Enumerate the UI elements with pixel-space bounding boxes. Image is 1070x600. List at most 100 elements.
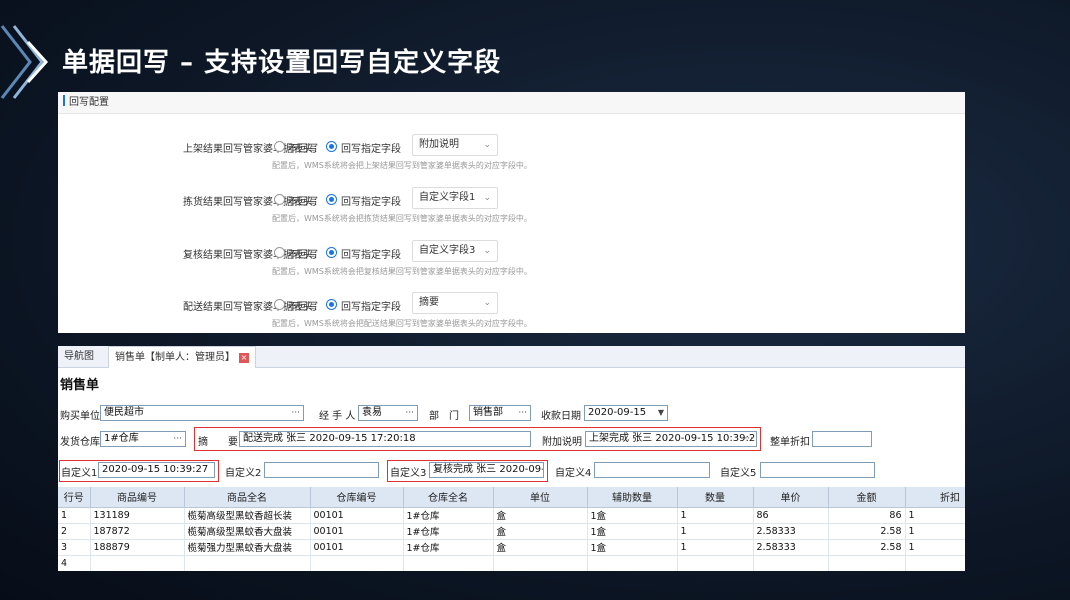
custom5-input[interactable] bbox=[760, 462, 875, 478]
table-cell[interactable]: 1#仓库 bbox=[403, 539, 494, 556]
table-cell[interactable]: 盒 bbox=[493, 523, 588, 540]
table-cell[interactable] bbox=[753, 555, 829, 571]
ellipsis-icon[interactable]: ··· bbox=[291, 406, 300, 420]
table-cell[interactable] bbox=[90, 555, 185, 571]
table-cell[interactable]: 2.58 bbox=[828, 523, 906, 540]
column-header[interactable]: 金额 bbox=[828, 487, 906, 508]
extra-input[interactable]: 上架完成 张三 2020-09-15 10:39:2 ··· bbox=[585, 431, 757, 447]
warehouse-input[interactable]: 1#仓库 ··· bbox=[100, 431, 186, 447]
table-cell[interactable]: 1#仓库 bbox=[403, 523, 494, 540]
table-cell[interactable]: 00101 bbox=[310, 523, 404, 540]
tab-sales-order[interactable]: 销售单【制单人：管理员】 × bbox=[108, 346, 256, 368]
radio-writeback-field[interactable] bbox=[326, 194, 337, 205]
close-icon[interactable]: × bbox=[239, 353, 249, 363]
radio-no-writeback[interactable] bbox=[274, 141, 285, 152]
table-cell[interactable]: 1 bbox=[905, 539, 965, 556]
field-select[interactable]: 附加说明 ⌄ bbox=[412, 134, 498, 156]
custom4-input[interactable] bbox=[594, 462, 710, 478]
chevron-decoration-icon bbox=[0, 25, 49, 99]
table-cell[interactable]: 188879 bbox=[90, 539, 185, 556]
column-header[interactable]: 单价 bbox=[753, 487, 829, 508]
date-input[interactable]: 2020-09-15 ▼ bbox=[584, 405, 668, 421]
table-cell[interactable]: 00101 bbox=[310, 539, 404, 556]
table-row[interactable]: 1 131189 榄菊高级型黑蚊香超长装 00101 1#仓库 盒 1盒 1 8… bbox=[58, 507, 965, 524]
table-cell[interactable]: 86 bbox=[828, 507, 906, 524]
table-cell[interactable]: 2.58333 bbox=[753, 539, 829, 556]
field-select[interactable]: 摘要 ⌄ bbox=[412, 292, 498, 314]
table-cell[interactable]: 2.58 bbox=[828, 539, 906, 556]
column-header[interactable]: 折扣 bbox=[905, 487, 965, 508]
ellipsis-icon[interactable]: ··· bbox=[405, 406, 414, 420]
discount-input[interactable] bbox=[812, 431, 872, 447]
table-cell[interactable] bbox=[587, 555, 678, 571]
table-row[interactable]: 4 bbox=[58, 555, 965, 571]
radio-no-writeback-label: 不回写 bbox=[288, 197, 318, 208]
table-cell[interactable]: 盒 bbox=[493, 507, 588, 524]
table-cell[interactable] bbox=[677, 555, 754, 571]
tab-sales-order-label: 销售单【制单人：管理员】 bbox=[115, 352, 235, 363]
table-cell[interactable]: 187872 bbox=[90, 523, 185, 540]
custom3-input[interactable]: 复核完成 张三 2020-09-1 bbox=[429, 462, 544, 478]
radio-writeback-field[interactable] bbox=[326, 299, 337, 310]
table-cell[interactable]: 盒 bbox=[493, 539, 588, 556]
table-cell[interactable]: 00101 bbox=[310, 507, 404, 524]
buyer-label: 购买单位 bbox=[60, 411, 100, 422]
radio-writeback-field[interactable] bbox=[326, 141, 337, 152]
ellipsis-icon[interactable]: ··· bbox=[518, 406, 527, 420]
table-cell[interactable]: 1 bbox=[677, 539, 754, 556]
field-select[interactable]: 自定义字段1 ⌄ bbox=[412, 187, 498, 209]
table-cell[interactable]: 1盒 bbox=[587, 523, 678, 540]
table-cell[interactable]: 1 bbox=[677, 507, 754, 524]
dropdown-arrow-icon[interactable]: ▼ bbox=[658, 406, 664, 420]
config-hint: 配置后，WMS系统将会把上架结果回写到管家婆单据表头的对应字段中。 bbox=[272, 161, 532, 170]
radio-no-writeback[interactable] bbox=[274, 247, 285, 258]
table-cell[interactable] bbox=[493, 555, 588, 571]
table-cell[interactable]: 1盒 bbox=[587, 539, 678, 556]
table-cell[interactable]: 1 bbox=[677, 523, 754, 540]
radio-no-writeback[interactable] bbox=[274, 299, 285, 310]
column-header[interactable]: 商品编号 bbox=[90, 487, 185, 508]
summary-label: 摘 要 bbox=[198, 437, 238, 448]
table-cell: 3 bbox=[58, 539, 91, 556]
radio-no-writeback[interactable] bbox=[274, 194, 285, 205]
table-cell[interactable] bbox=[184, 555, 311, 571]
table-cell[interactable]: 榄菊强力型黑蚊香大盘装 bbox=[184, 539, 311, 556]
table-cell[interactable] bbox=[828, 555, 906, 571]
tab-bar: 导航图 销售单【制单人：管理员】 × bbox=[58, 346, 965, 368]
column-header[interactable]: 仓库全名 bbox=[403, 487, 494, 508]
handler-input[interactable]: 袁易 ··· bbox=[358, 405, 418, 421]
custom1-input[interactable]: 2020-09-15 10:39:27 bbox=[98, 462, 215, 478]
column-header[interactable]: 商品全名 bbox=[184, 487, 311, 508]
column-header[interactable]: 数量 bbox=[677, 487, 754, 508]
tab-navigation[interactable]: 导航图 bbox=[58, 346, 100, 368]
table-cell[interactable]: 1盒 bbox=[587, 507, 678, 524]
column-header[interactable]: 辅助数量 bbox=[587, 487, 678, 508]
field-select-value: 附加说明 bbox=[419, 139, 459, 150]
column-header[interactable]: 行号 bbox=[58, 487, 91, 508]
table-cell[interactable]: 86 bbox=[753, 507, 829, 524]
dept-input[interactable]: 销售部 ··· bbox=[469, 405, 531, 421]
ellipsis-icon[interactable]: ··· bbox=[744, 432, 753, 446]
table-row[interactable]: 3 188879 榄菊强力型黑蚊香大盘装 00101 1#仓库 盒 1盒 1 2… bbox=[58, 539, 965, 556]
ellipsis-icon[interactable]: ··· bbox=[173, 432, 182, 446]
table-cell[interactable] bbox=[905, 555, 965, 571]
table-cell[interactable]: 1 bbox=[905, 523, 965, 540]
table-cell[interactable]: 榄菊高级型黑蚊香大盘装 bbox=[184, 523, 311, 540]
summary-input[interactable]: 配送完成 张三 2020-09-15 17:20:18 bbox=[239, 431, 531, 447]
table-row[interactable]: 2 187872 榄菊高级型黑蚊香大盘装 00101 1#仓库 盒 1盒 1 2… bbox=[58, 523, 965, 540]
table-cell[interactable] bbox=[310, 555, 404, 571]
table-cell[interactable]: 榄菊高级型黑蚊香超长装 bbox=[184, 507, 311, 524]
column-header[interactable]: 仓库编号 bbox=[310, 487, 404, 508]
table-cell[interactable]: 1 bbox=[905, 507, 965, 524]
table-cell[interactable]: 2.58333 bbox=[753, 523, 829, 540]
dept-value: 销售部 bbox=[473, 407, 503, 418]
table-cell[interactable]: 131189 bbox=[90, 507, 185, 524]
custom2-input[interactable] bbox=[264, 462, 379, 478]
column-header[interactable]: 单位 bbox=[493, 487, 588, 508]
table-cell[interactable]: 1#仓库 bbox=[403, 507, 494, 524]
table-cell[interactable] bbox=[403, 555, 494, 571]
radio-writeback-field-label: 回写指定字段 bbox=[341, 302, 401, 313]
field-select[interactable]: 自定义字段3 ⌄ bbox=[412, 240, 498, 262]
radio-writeback-field[interactable] bbox=[326, 247, 337, 258]
buyer-input[interactable]: 便民超市 ··· bbox=[100, 405, 304, 421]
